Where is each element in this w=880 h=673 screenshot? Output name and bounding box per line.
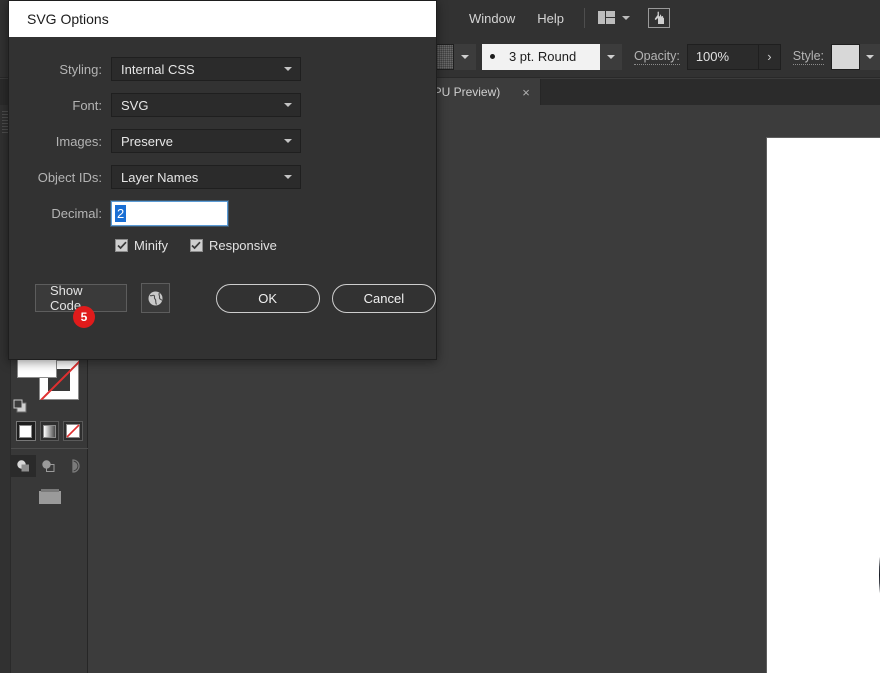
minify-label: Minify — [134, 238, 168, 253]
opacity-input[interactable]: 100% — [686, 43, 759, 70]
draw-mode-row — [11, 448, 88, 477]
field-row-decimal: Decimal: 2 — [9, 201, 436, 226]
checkbox-box — [115, 239, 128, 252]
chevron-down-icon — [606, 54, 615, 59]
field-row-font: Font: SVG — [9, 93, 436, 117]
styling-label: Styling: — [59, 61, 102, 77]
field-row-styling: Styling: Internal CSS — [9, 57, 436, 81]
dialog-title: SVG Options — [27, 11, 109, 27]
chevron-down-icon — [284, 103, 292, 107]
draw-normal-button[interactable] — [11, 455, 36, 477]
draw-inside-button[interactable] — [61, 455, 86, 477]
touch-workspace-icon[interactable] — [648, 8, 670, 28]
chevron-down-icon — [866, 54, 875, 59]
stroke-profile-value: 3 pt. Round — [508, 49, 577, 64]
options-checkbox-row: Minify Responsive — [9, 238, 436, 253]
images-label: Images: — [55, 133, 102, 149]
default-fill-stroke-icon[interactable] — [13, 399, 28, 414]
font-label: Font: — [72, 97, 102, 113]
step-badge: 5 — [73, 306, 95, 328]
responsive-label: Responsive — [208, 238, 277, 253]
gradient-mode-button[interactable] — [39, 421, 60, 441]
dialog-button-row: Show Code OK Cancel 5 — [9, 283, 437, 328]
images-select[interactable]: Preserve — [111, 129, 301, 153]
style-label: Style: — [792, 48, 825, 65]
workspace-switcher[interactable] — [594, 4, 634, 32]
chevron-down-icon — [460, 54, 469, 59]
stroke-profile-dropdown[interactable] — [599, 43, 622, 70]
graphic-style-dropdown[interactable] — [860, 43, 880, 70]
none-mode-button[interactable] — [63, 421, 84, 441]
bullet-icon — [489, 54, 495, 59]
opacity-expand-button[interactable]: › — [759, 43, 781, 70]
chevron-down-icon — [284, 139, 292, 143]
decimal-value: 2 — [115, 205, 127, 222]
cancel-button[interactable]: Cancel — [331, 283, 437, 313]
font-select[interactable]: SVG — [111, 93, 301, 117]
graphic-style-swatch[interactable] — [831, 43, 861, 70]
color-mode-button[interactable] — [16, 421, 36, 441]
images-value: Preserve — [121, 133, 174, 149]
draw-behind-button[interactable] — [36, 455, 61, 477]
menu-item-window[interactable]: Window — [458, 0, 526, 36]
illustrator-window: Window Help 3 pt. Round Opacity: 100% › … — [0, 0, 880, 673]
checkbox-box — [189, 239, 203, 252]
decimal-label: Decimal: — [51, 206, 102, 221]
screen-mode-icon — [38, 489, 61, 504]
close-icon[interactable]: × — [522, 85, 530, 100]
field-row-object-ids: Object IDs: Layer Names — [9, 165, 436, 189]
object-ids-select[interactable]: Layer Names — [111, 165, 301, 189]
menu-item-help[interactable]: Help — [526, 0, 575, 36]
ok-button[interactable]: OK — [215, 283, 320, 313]
styling-value: Internal CSS — [121, 61, 195, 77]
font-value: SVG — [121, 97, 149, 113]
object-ids-label: Object IDs: — [37, 169, 102, 185]
decimal-input[interactable]: 2 — [111, 201, 228, 226]
opacity-label[interactable]: Opacity: — [633, 49, 680, 65]
stroke-profile-field[interactable]: 3 pt. Round — [481, 43, 600, 70]
color-mode-row — [11, 416, 88, 441]
minify-checkbox[interactable]: Minify — [115, 238, 168, 253]
svg-options-dialog: SVG Options Styling: Internal CSS Font: … — [8, 0, 437, 360]
chevron-down-icon — [284, 67, 292, 71]
field-row-images: Images: Preserve — [9, 129, 436, 153]
object-ids-value: Layer Names — [121, 169, 199, 185]
stroke-swatch-dropdown[interactable] — [453, 43, 476, 70]
artboard — [766, 137, 880, 673]
workspace-layout-icon — [598, 11, 615, 25]
chevron-down-icon — [622, 16, 630, 20]
styling-select[interactable]: Internal CSS — [111, 57, 301, 81]
chevron-down-icon — [284, 175, 292, 179]
preview-in-browser-icon[interactable] — [141, 283, 170, 313]
responsive-checkbox[interactable]: Responsive — [189, 238, 277, 253]
menu-divider — [584, 8, 585, 28]
dialog-title-bar[interactable]: SVG Options — [9, 1, 436, 37]
